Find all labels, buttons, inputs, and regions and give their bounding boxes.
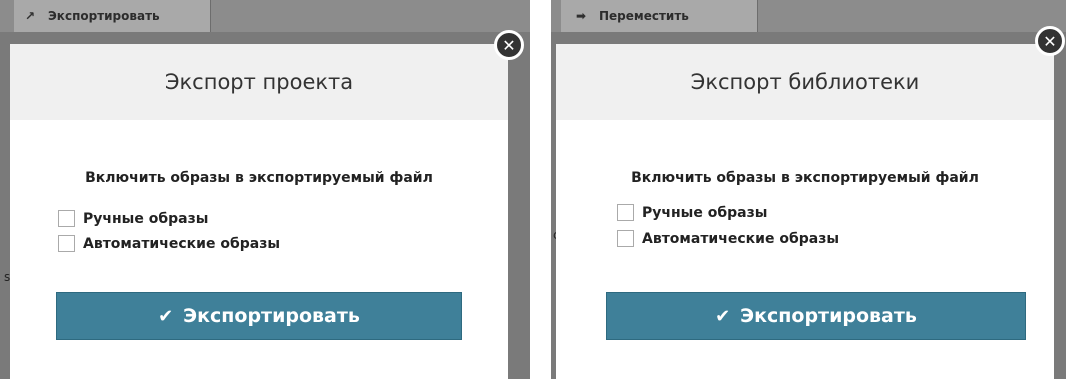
include-images-label: Включить образы в экспортируемый файл <box>85 170 433 186</box>
export-button-label: Экспортировать <box>183 305 360 327</box>
manual-images-option[interactable]: Ручные образы <box>58 210 208 227</box>
manual-images-label: Ручные образы <box>642 204 768 221</box>
export-library-screen: ➡ Переместить c Экспорт библиотеки Включ… <box>551 0 1066 379</box>
automatic-images-checkbox[interactable] <box>617 230 634 247</box>
external-link-icon: ↗ <box>24 9 36 23</box>
export-button[interactable]: ✔ Экспортировать <box>606 292 1026 340</box>
automatic-images-checkbox[interactable] <box>58 235 75 252</box>
checkmark-icon: ✔ <box>158 305 174 327</box>
background-export-label: Экспортировать <box>48 9 160 23</box>
export-button[interactable]: ✔ Экспортировать <box>56 292 462 340</box>
manual-images-checkbox[interactable] <box>617 204 634 221</box>
checkmark-icon: ✔ <box>715 305 731 327</box>
arrow-right-icon: ➡ <box>575 9 587 23</box>
include-images-label: Включить образы в экспортируемый файл <box>631 170 979 186</box>
export-button-label: Экспортировать <box>740 305 917 327</box>
dialog-title: Экспорт проекта <box>164 70 354 94</box>
background-export-button: ↗ Экспортировать <box>14 0 211 32</box>
background-move-label: Переместить <box>599 9 689 23</box>
dialog-header: Экспорт проекта <box>10 44 508 120</box>
automatic-images-option[interactable]: Автоматические образы <box>58 235 280 252</box>
background-move-button: ➡ Переместить <box>561 0 758 32</box>
manual-images-checkbox[interactable] <box>58 210 75 227</box>
dialog-title: Экспорт библиотеки <box>690 70 920 94</box>
automatic-images-option[interactable]: Автоматические образы <box>617 230 839 247</box>
manual-images-label: Ручные образы <box>83 210 209 227</box>
export-library-dialog: Экспорт библиотеки Включить образы в экс… <box>556 44 1054 379</box>
manual-images-option[interactable]: Ручные образы <box>617 204 767 221</box>
export-project-screen: ↗ Экспортировать s Экспорт проекта Включ… <box>0 0 530 379</box>
automatic-images-label: Автоматические образы <box>642 230 839 247</box>
automatic-images-label: Автоматические образы <box>83 235 280 252</box>
export-project-dialog: Экспорт проекта Включить образы в экспор… <box>10 44 508 379</box>
close-icon[interactable]: ✕ <box>494 30 524 60</box>
dialog-header: Экспорт библиотеки <box>556 44 1054 120</box>
close-icon[interactable]: ✕ <box>1035 26 1065 56</box>
